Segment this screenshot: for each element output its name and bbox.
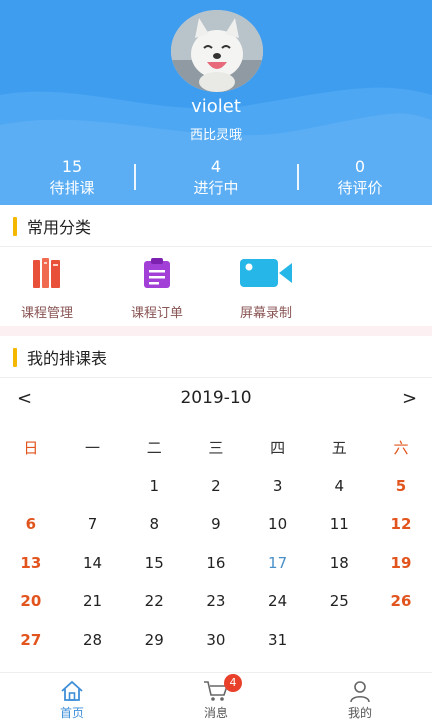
calendar-day[interactable]: 3 (247, 477, 309, 495)
stat-label: 进行中 (193, 179, 239, 197)
calendar-day[interactable]: 11 (308, 515, 370, 533)
calendar-day[interactable]: 22 (123, 592, 185, 610)
stat-label: 待排课 (49, 179, 95, 197)
calendar-day[interactable]: 4 (308, 477, 370, 495)
calendar-day[interactable]: 15 (123, 554, 185, 572)
user-subtitle: 西比灵哦 (189, 128, 242, 143)
bottom-tab-bar: 首页 消息 我的 (0, 672, 432, 720)
heading-accent-bar (13, 347, 17, 367)
weekday-label: 日 (23, 438, 39, 457)
stat-label: 待评价 (337, 179, 383, 197)
divider (0, 377, 432, 378)
weekday-label: 二 (146, 438, 162, 457)
stats-divider (134, 164, 136, 190)
calendar-day[interactable]: 13 (0, 554, 62, 572)
calendar-day[interactable]: 8 (123, 515, 185, 533)
stat-value: 15 (61, 157, 83, 176)
calendar-week-row: 13 14 15 16 17 18 19 (0, 544, 432, 583)
tab-label: 首页 (59, 706, 84, 720)
calendar-day[interactable]: 2 (185, 477, 247, 495)
calendar-day[interactable]: 27 (0, 631, 62, 649)
stat-pending-schedule[interactable]: 15 待排课 (0, 156, 144, 202)
calendar-grid: 日 一 二 三 四 五 六 1 2 3 4 5 6 7 8 9 10 11 12 13 14 15 16 17 1… (0, 428, 432, 659)
stat-value: 0 (354, 157, 366, 176)
calendar-day[interactable]: 5 (370, 477, 432, 495)
calendar-day[interactable]: 31 (247, 631, 309, 649)
books-icon (33, 258, 60, 288)
calendar-day[interactable]: 12 (370, 515, 432, 533)
calendar-day[interactable]: 10 (247, 515, 309, 533)
categories-title: 常用分类 (27, 218, 92, 237)
stat-pending-review[interactable]: 0 待评价 (288, 156, 432, 202)
calendar-day[interactable]: 1 (123, 477, 185, 495)
tab-label: 我的 (347, 706, 372, 720)
calendar-day[interactable]: 24 (247, 592, 309, 610)
category-course-management[interactable]: 课程管理 (2, 256, 92, 321)
username: violet (191, 96, 241, 117)
calendar-weeks: 1 2 3 4 5 6 7 8 9 10 11 12 13 14 15 16 17 18 19 20 21 22 23 24 2… (0, 467, 432, 660)
calendar-day[interactable]: 23 (185, 592, 247, 610)
calendar-day[interactable]: 29 (123, 631, 185, 649)
categories-heading: 常用分类 (0, 206, 432, 246)
calendar-day[interactable]: 18 (308, 554, 370, 572)
calendar-day[interactable]: 28 (62, 631, 124, 649)
home-icon (61, 680, 83, 701)
calendar-day[interactable]: 25 (308, 592, 370, 610)
schedule-title: 我的排课表 (27, 349, 108, 368)
calendar-week-row: 6 7 8 9 10 11 12 (0, 505, 432, 544)
categories-list: 课程管理 课程订单 屏幕录制 (0, 250, 432, 324)
schedule-heading: 我的排课表 (0, 337, 432, 377)
tab-home[interactable]: 首页 (0, 673, 144, 720)
tab-messages[interactable]: 消息 (144, 673, 288, 720)
divider (0, 246, 432, 247)
weekday-label: 三 (208, 438, 224, 457)
calendar-day[interactable]: 16 (185, 554, 247, 572)
weekday-label: 四 (270, 438, 286, 457)
calendar-day[interactable]: 21 (62, 592, 124, 610)
section-spacer (0, 326, 432, 336)
calendar-day[interactable]: 9 (185, 515, 247, 533)
calendar-day[interactable]: 26 (370, 592, 432, 610)
stats-bar: 15 待排课 4 进行中 0 待评价 (0, 156, 432, 202)
clipboard-icon (144, 258, 170, 288)
calendar-day[interactable]: 6 (0, 515, 62, 533)
tab-label: 消息 (203, 706, 228, 720)
avatar[interactable] (171, 10, 263, 92)
weekday-label: 一 (85, 438, 101, 457)
calendar-week-row: 27 28 29 30 31 (0, 621, 432, 660)
weekday-label: 五 (331, 438, 347, 457)
weekday-header-row: 日 一 二 三 四 五 六 (0, 428, 432, 467)
user-icon (350, 681, 370, 703)
stats-divider (297, 164, 299, 190)
calendar-day[interactable]: 7 (62, 515, 124, 533)
category-label: 屏幕录制 (239, 306, 292, 321)
calendar-day[interactable]: 30 (185, 631, 247, 649)
stat-value: 4 (210, 157, 222, 176)
calendar-week-row: 12345 (0, 467, 432, 506)
calendar-day[interactable]: 14 (62, 554, 124, 572)
calendar-month: 2019-10 (180, 388, 252, 408)
video-camera-icon (240, 259, 292, 287)
category-course-orders[interactable]: 课程订单 (112, 256, 202, 321)
avatar-dog-image (171, 10, 263, 92)
message-count-badge: 4 (224, 674, 242, 692)
next-month-button[interactable]: > (402, 388, 417, 409)
calendar-day[interactable]: 20 (0, 592, 62, 610)
weekday-label: 六 (393, 438, 409, 457)
stat-in-progress[interactable]: 4 进行中 (144, 156, 288, 202)
category-screen-recording[interactable]: 屏幕录制 (221, 256, 311, 321)
calendar-week-row: 20 21 22 23 24 25 26 (0, 582, 432, 621)
category-label: 课程订单 (130, 306, 183, 321)
tab-mine[interactable]: 我的 (288, 673, 432, 720)
heading-accent-bar (13, 216, 17, 236)
calendar-day[interactable]: 19 (370, 554, 432, 572)
category-label: 课程管理 (20, 306, 73, 321)
calendar-day[interactable]: 17 (247, 554, 309, 572)
